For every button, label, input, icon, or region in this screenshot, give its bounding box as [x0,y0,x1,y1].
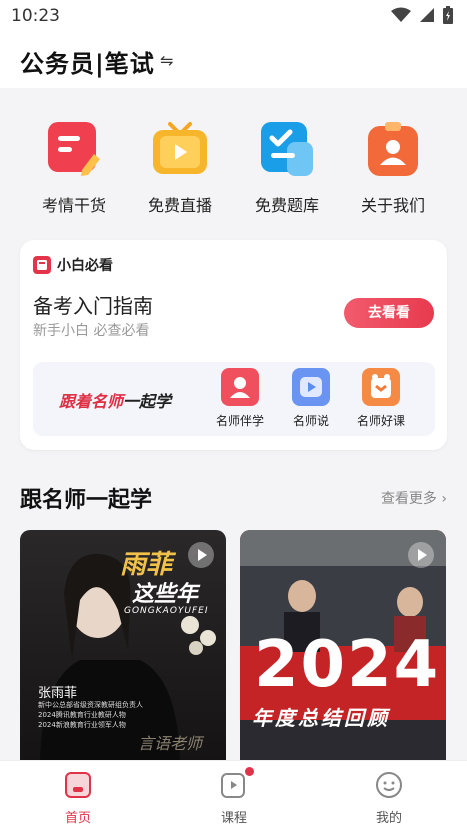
book-icon [33,256,51,274]
tab-label: 我的 [375,811,402,826]
guide-subtitle: 新手小白 必查必看 [33,323,150,339]
course-play-icon [220,767,254,799]
section-title: 跟名师一起学 [20,488,153,513]
teacher-name: 张雨菲 [38,686,78,701]
guide-title[interactable]: 备考入门指南 [33,290,153,319]
notification-badge [245,767,254,776]
video-headline-2: 这些年 [132,582,199,607]
smile-profile-icon [375,771,403,799]
quick-link-label: 关于我们 [360,196,425,215]
status-time: 10:23 [11,6,60,26]
quick-links: 考情干货 免费直播 免费题库 关于我们 [0,88,467,228]
quick-link-about[interactable]: 关于我们 [343,120,443,216]
app-header: 公务员|笔试 ⇋ [0,34,467,88]
tv-play-icon [150,120,210,180]
teacher-credit-2: 2024腾讯教育行业教研人物 [38,711,126,719]
video-year: 2024 [254,628,441,702]
quick-link-label: 免费题库 [254,196,319,215]
slogan-dark: 一起学 [123,392,172,411]
slogan-red: 跟着名师 [59,392,124,411]
quick-link-label: 考情干货 [41,196,106,215]
exam-type-title[interactable]: 公务员|笔试 [20,44,155,79]
tab-profile[interactable]: 我的 [349,771,429,826]
teacher-slogan: 跟着名师一起学 [59,388,171,412]
signal-icon [420,8,434,22]
mini-label: 名师伴学 [215,414,264,428]
main-content: 考情干货 免费直播 免费题库 关于我们 小白必看 备考入门指南 新手小白 必查必… [0,88,467,760]
guide-tag-label: 小白必看 [57,258,113,274]
mini-label: 名师好课 [356,414,405,428]
beginner-guide-card: 小白必看 备考入门指南 新手小白 必查必看 去看看 跟着名师一起学 名师伴学 名… [20,240,447,450]
video-card-2024[interactable]: 2024 年度总结回顾 [240,530,446,760]
swap-exam-icon[interactable]: ⇋ [160,51,173,70]
tab-label: 课程 [220,811,247,826]
play-icon [408,542,434,568]
go-see-button[interactable]: 去看看 [344,298,434,328]
home-icon [64,771,92,799]
course-icon [362,368,400,406]
mini-teacher-companion[interactable]: 名师伴学 [210,368,270,429]
checklist-icon [257,120,317,180]
tab-label: 首页 [64,811,91,826]
video-overlay-text: 言语老师 [138,734,203,753]
teacher-credit-3: 2024新浪教育行业领军人物 [38,721,126,729]
quick-link-live[interactable]: 免费直播 [130,120,230,216]
quick-link-questions[interactable]: 免费题库 [237,120,337,216]
guide-tag: 小白必看 [33,255,113,275]
bottom-tab-bar: 首页 课程 我的 [0,760,467,831]
video-play-icon [292,368,330,406]
video-caption: 年度总结回顾 [252,706,390,730]
teacher-panel: 跟着名师一起学 名师伴学 名师说 名师好课 [33,362,435,436]
tab-home[interactable]: 首页 [38,771,118,826]
quick-link-label: 免费直播 [147,196,212,215]
mini-label: 名师说 [292,414,329,428]
status-icons [391,6,453,24]
mini-teacher-talk[interactable]: 名师说 [281,368,341,429]
tab-courses[interactable]: 课程 [194,767,274,826]
teacher-icon [221,368,259,406]
video-banner: GONGKAOYUFEI [124,606,209,616]
teacher-credit-1: 新中公总部省级资深教研组负责人 [38,701,143,709]
play-icon [188,542,214,568]
wifi-icon [391,7,411,22]
notes-pencil-icon [44,120,104,180]
mini-good-courses[interactable]: 名师好课 [351,368,411,429]
video-card-yufei[interactable]: 雨菲 这些年 GONGKAOYUFEI 张雨菲 新中公总部省级资深教研组负责人 … [20,530,226,760]
quick-link-kaoqing[interactable]: 考情干货 [24,120,124,216]
status-bar: 10:23 [0,0,467,34]
battery-icon [443,6,453,24]
person-badge-icon [363,120,423,180]
view-more-link[interactable]: 查看更多 › [381,488,447,508]
